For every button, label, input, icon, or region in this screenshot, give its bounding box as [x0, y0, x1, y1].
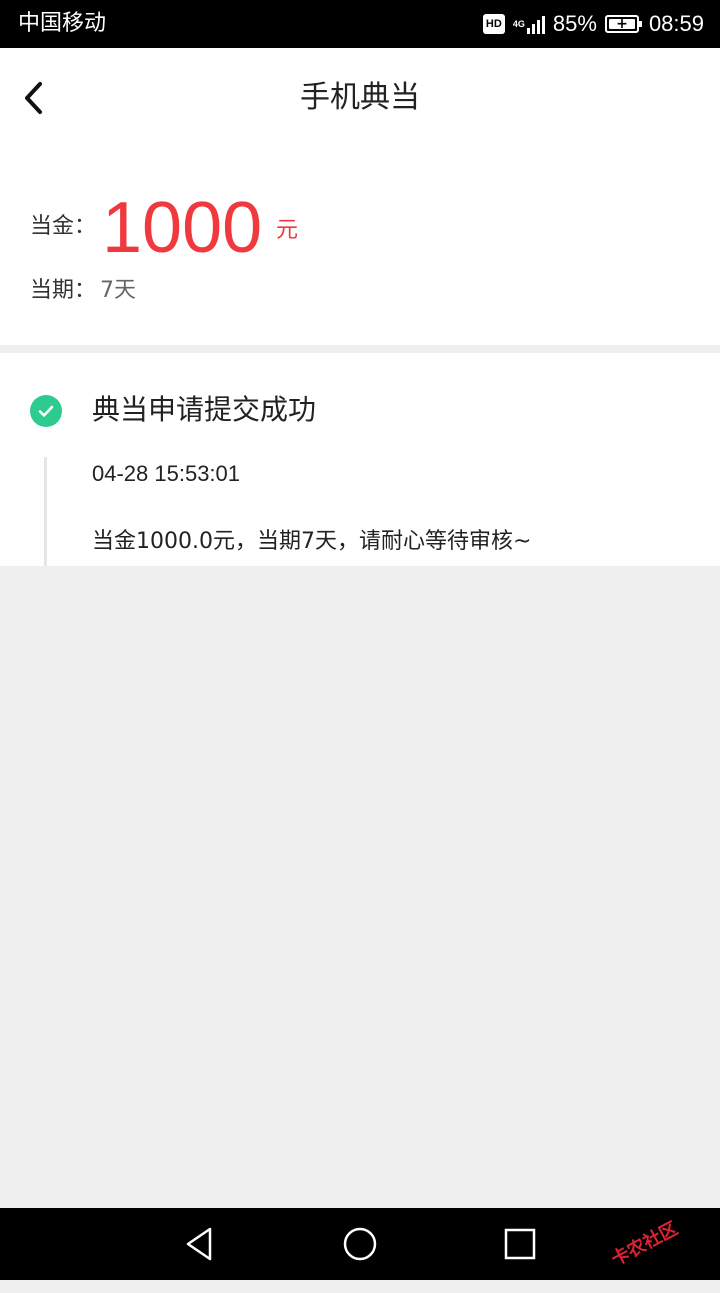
- back-triangle-icon: [186, 1227, 212, 1261]
- period-value: 7天: [100, 278, 136, 303]
- carrier-name: 中国移动: [18, 11, 107, 36]
- nav-back-button[interactable]: [182, 1226, 218, 1262]
- amount-value: 1000: [102, 188, 263, 268]
- home-circle-icon: [343, 1227, 377, 1261]
- hd-icon: HD: [482, 14, 505, 34]
- navigation-bar: 卡农社区: [0, 1208, 720, 1280]
- page-title: 手机典当: [300, 80, 420, 115]
- timeline-line: [44, 457, 47, 566]
- app-header: 手机典当: [0, 48, 720, 148]
- status-icons: HD 4G 85% + 08:59: [482, 10, 704, 38]
- timeline-description: 当金1000.0元，当期7天，请耐心等待审核~: [92, 529, 532, 554]
- nav-recents-button[interactable]: [502, 1226, 538, 1262]
- check-circle-icon: [30, 395, 62, 427]
- watermark-logo: 卡农社区: [607, 1218, 682, 1271]
- battery-percent: 85%: [552, 11, 597, 36]
- status-title: 典当申请提交成功: [92, 393, 317, 426]
- timeline-time: 04-28 15:53:01: [92, 461, 241, 486]
- period-label: 当期：: [30, 278, 97, 303]
- timeline-card: 典当申请提交成功 04-28 15:53:01 当金1000.0元，当期7天，请…: [0, 353, 720, 566]
- amount-unit: 元: [276, 218, 299, 243]
- recents-square-icon: [504, 1228, 536, 1260]
- signal-icon: [526, 14, 547, 34]
- amount-label: 当金：: [30, 214, 97, 239]
- status-bar: 中国移动 HD 4G 85% + 08:59: [0, 0, 720, 48]
- clock: 08:59: [648, 11, 704, 36]
- amount-card: 当金： 1000 元 当期： 7天: [0, 148, 720, 345]
- nav-home-button[interactable]: [342, 1226, 378, 1262]
- battery-icon: +: [604, 15, 642, 33]
- network-type: 4G: [512, 19, 525, 29]
